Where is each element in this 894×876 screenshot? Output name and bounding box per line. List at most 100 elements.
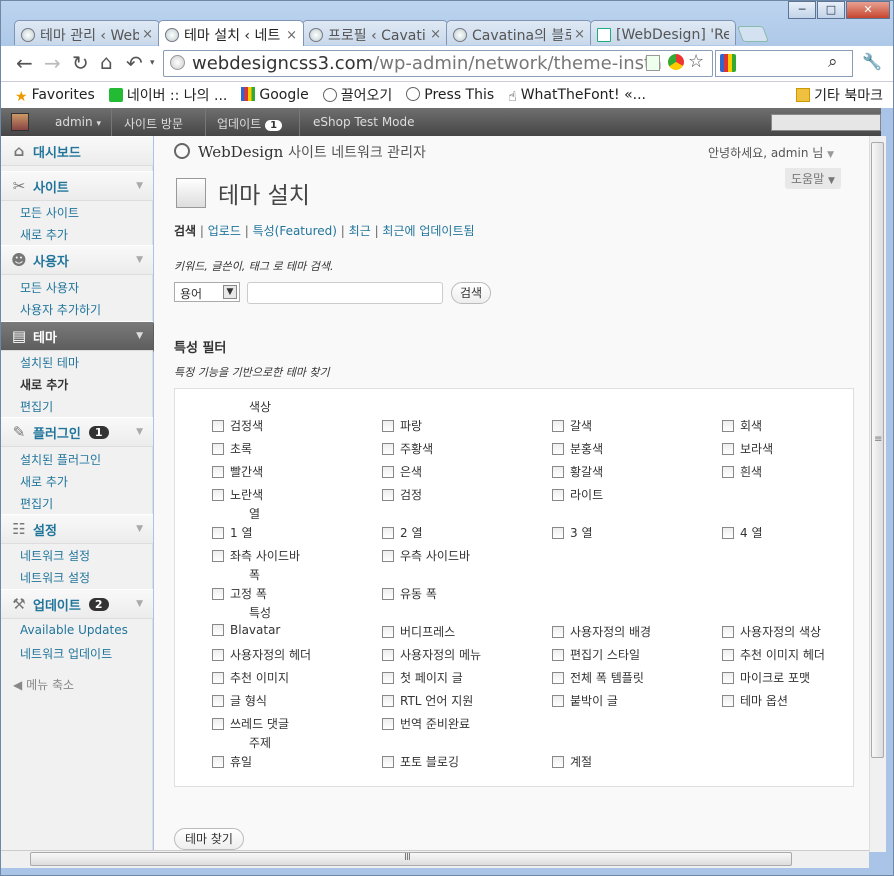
feature-checkbox[interactable]: 우측 사이드바 — [382, 547, 470, 564]
subnav-new[interactable]: 최근 — [349, 224, 371, 238]
submenu-network-settings[interactable]: 네트워크 설정 — [20, 547, 90, 564]
forward-icon[interactable]: → — [44, 51, 61, 75]
eshop-test-mode[interactable]: eShop Test Mode — [313, 115, 415, 129]
checkbox[interactable] — [382, 466, 394, 478]
bookmark-whatthefont[interactable]: ☝ WhatTheFont! «... — [508, 87, 646, 105]
maximize-button[interactable]: □ — [817, 1, 845, 19]
menu-dashboard[interactable]: ⌂ 대시보드 — [1, 136, 153, 166]
checkbox[interactable] — [212, 550, 224, 562]
search-type-select[interactable]: 용어 ▼ — [174, 282, 240, 302]
checkbox[interactable] — [722, 649, 734, 661]
submenu-installed-plugins[interactable]: 설치된 플러그인 — [20, 451, 101, 468]
star-icon[interactable]: ☆ — [688, 51, 704, 72]
tab-close-icon[interactable]: × — [286, 28, 297, 43]
feature-checkbox[interactable]: 흰색 — [722, 463, 762, 480]
tab-webdesign-mail[interactable]: [WebDesign] 'Re — [590, 20, 736, 45]
bookmark-favorites[interactable]: ★ Favorites — [15, 87, 95, 105]
checkbox[interactable] — [722, 626, 734, 638]
checkbox[interactable] — [382, 588, 394, 600]
feature-checkbox[interactable]: 사용자정의 헤더 — [212, 646, 311, 663]
feature-checkbox[interactable]: 사용자정의 메뉴 — [382, 646, 481, 663]
feature-checkbox[interactable]: 사용자정의 색상 — [722, 623, 821, 640]
feature-checkbox[interactable]: 좌측 사이드바 — [212, 547, 300, 564]
subnav-upload[interactable]: 업로드 — [208, 224, 241, 238]
submenu-available-updates[interactable]: Available Updates — [20, 623, 128, 637]
feature-checkbox[interactable]: 테마 옵션 — [722, 692, 788, 709]
feature-checkbox[interactable]: 1 열 — [212, 524, 253, 541]
horizontal-scrollbar-thumb[interactable] — [30, 852, 792, 866]
admin-user-menu[interactable]: admin ▾ — [55, 115, 101, 129]
feature-checkbox[interactable]: 파랑 — [382, 417, 422, 434]
feature-checkbox[interactable]: 황갈색 — [552, 463, 603, 480]
submenu-add-user[interactable]: 사용자 추가하기 — [20, 301, 101, 318]
checkbox[interactable] — [212, 527, 224, 539]
menu-settings[interactable]: ☷ 설정 ▼ — [1, 514, 153, 544]
checkbox[interactable] — [212, 624, 224, 636]
search-icon[interactable]: ⌕ — [828, 52, 838, 72]
feature-checkbox[interactable]: 라이트 — [552, 486, 603, 503]
checkbox[interactable] — [212, 672, 224, 684]
back-icon[interactable]: ← — [16, 51, 33, 75]
checkbox[interactable] — [212, 420, 224, 432]
tab-cavatina-blog[interactable]: Cavatina의 블로그× — [446, 20, 592, 45]
checkbox[interactable] — [382, 626, 394, 638]
feature-checkbox[interactable]: 노란색 — [212, 486, 263, 503]
feature-checkbox[interactable]: 2 열 — [382, 524, 423, 541]
checkbox[interactable] — [552, 443, 564, 455]
menu-users[interactable]: ☻ 사용자 ▼ — [1, 245, 153, 275]
checkbox[interactable] — [382, 420, 394, 432]
search-button[interactable]: 검색 — [451, 282, 491, 304]
feature-checkbox[interactable]: 사용자정의 배경 — [552, 623, 651, 640]
bookmark-naver[interactable]: 네이버 :: 나의 ... — [108, 85, 227, 105]
checkbox[interactable] — [382, 489, 394, 501]
feature-checkbox[interactable]: 주황색 — [382, 440, 433, 457]
checkbox[interactable] — [382, 649, 394, 661]
url-text[interactable]: webdesigncss3.com/wp-admin/network/theme… — [192, 53, 662, 74]
feature-checkbox[interactable]: 3 열 — [552, 524, 593, 541]
submenu-installed-themes[interactable]: 설치된 테마 — [20, 354, 79, 371]
checkbox[interactable] — [212, 489, 224, 501]
page-info-icon[interactable] — [170, 55, 185, 70]
greeting[interactable]: 안녕하세요, admin 님 ▼ — [708, 144, 834, 161]
vertical-scrollbar-thumb[interactable] — [871, 142, 884, 758]
bookmark-google[interactable]: Google — [241, 87, 309, 103]
checkbox[interactable] — [212, 718, 224, 730]
visit-site-link[interactable]: 사이트 방문 — [124, 115, 183, 132]
submenu-all-users[interactable]: 모든 사용자 — [20, 279, 79, 296]
checkbox[interactable] — [722, 420, 734, 432]
subnav-featured[interactable]: 특성(Featured) — [253, 224, 337, 238]
feature-checkbox[interactable]: 4 열 — [722, 524, 763, 541]
feature-checkbox[interactable]: 포토 블로깅 — [382, 753, 459, 770]
home-icon[interactable]: ⌂ — [100, 50, 113, 74]
feature-checkbox[interactable]: 분홍색 — [552, 440, 603, 457]
menu-themes[interactable]: ▤ 테마 ▼ — [1, 321, 161, 352]
checkbox[interactable] — [212, 756, 224, 768]
feature-checkbox[interactable]: 글 형식 — [212, 692, 267, 709]
tab-close-icon[interactable]: × — [574, 27, 585, 42]
feature-checkbox[interactable]: 마이크로 포맷 — [722, 669, 810, 686]
checkbox[interactable] — [722, 695, 734, 707]
wrench-icon[interactable]: 🔧 — [862, 52, 882, 71]
checkbox[interactable] — [552, 695, 564, 707]
tab-close-icon[interactable]: × — [430, 27, 441, 42]
feature-checkbox[interactable]: 추천 이미지 — [212, 669, 289, 686]
find-themes-button[interactable]: 테마 찾기 — [174, 828, 244, 850]
checkbox[interactable] — [212, 588, 224, 600]
feature-checkbox[interactable]: Blavatar — [212, 623, 280, 637]
close-button[interactable]: ✕ — [846, 1, 890, 19]
collapse-menu[interactable]: ◀ 메뉴 축소 — [13, 676, 74, 693]
feature-checkbox[interactable]: 회색 — [722, 417, 762, 434]
feature-checkbox[interactable]: 검정색 — [212, 417, 263, 434]
checkbox[interactable] — [552, 649, 564, 661]
feature-checkbox[interactable]: 추천 이미지 헤더 — [722, 646, 825, 663]
feature-checkbox[interactable]: 첫 페이지 글 — [382, 669, 463, 686]
checkbox[interactable] — [382, 756, 394, 768]
feature-checkbox[interactable]: 빨간색 — [212, 463, 263, 480]
reload-icon[interactable]: ↻ — [72, 51, 89, 75]
updates-link[interactable]: 업데이트 1 — [217, 115, 283, 132]
feature-checkbox[interactable]: 유동 폭 — [382, 585, 437, 602]
checkbox[interactable] — [212, 649, 224, 661]
minimize-button[interactable]: ─ — [788, 1, 816, 19]
search-input[interactable] — [247, 282, 443, 304]
google-search-icon[interactable] — [720, 54, 736, 72]
